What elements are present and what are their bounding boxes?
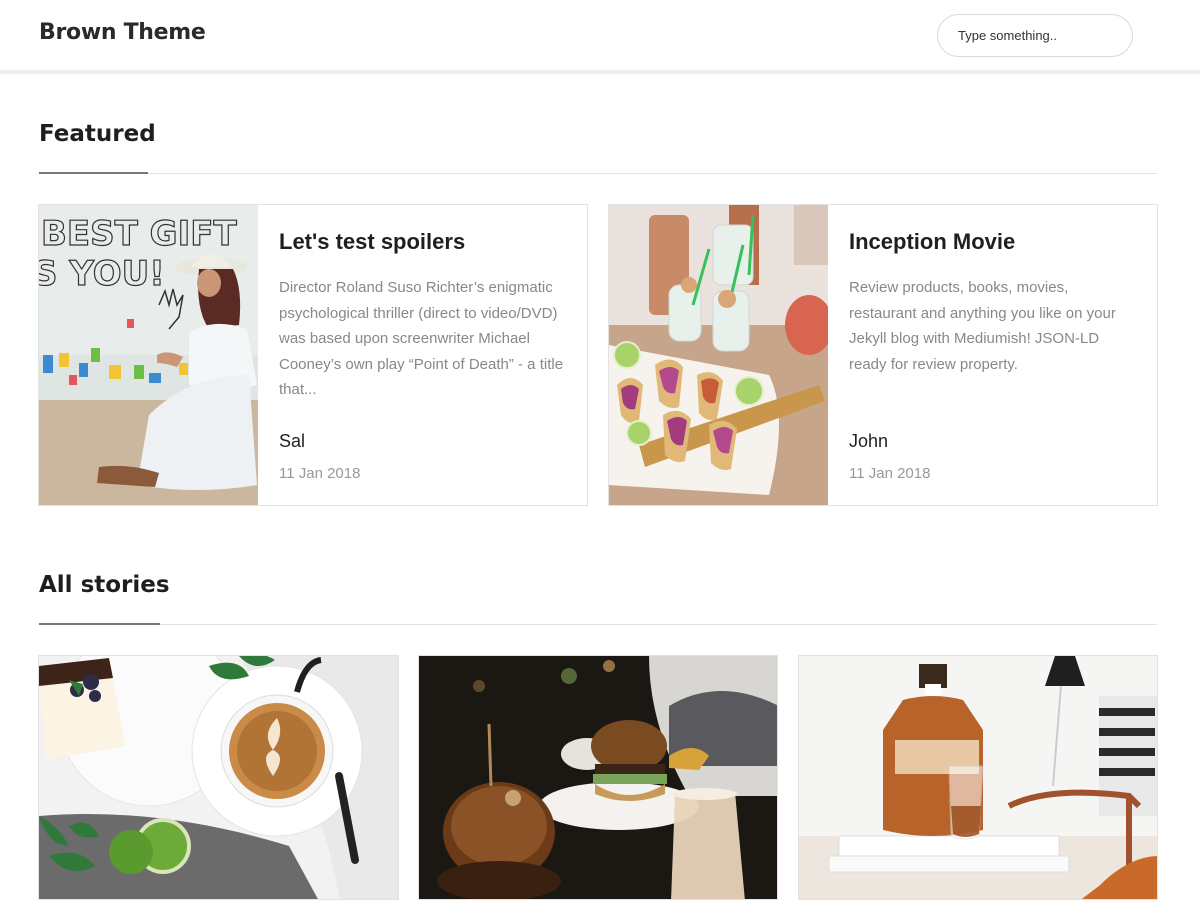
featured-post-title[interactable]: Inception Movie bbox=[849, 229, 1015, 255]
coffee-cake-photo[interactable] bbox=[39, 656, 399, 900]
burger-photo[interactable] bbox=[419, 656, 778, 900]
featured-card[interactable]: Inception Movie Review products, books, … bbox=[608, 204, 1158, 506]
svg-text:S YOU!: S YOU! bbox=[39, 254, 165, 294]
featured-post-image[interactable] bbox=[609, 205, 828, 505]
featured-post-date: 11 Jan 2018 bbox=[849, 465, 931, 482]
featured-post-author[interactable]: John bbox=[849, 431, 888, 452]
all-stories-divider-accent bbox=[39, 623, 160, 625]
tacos-photo bbox=[609, 205, 828, 505]
svg-text:BEST GIFT: BEST GIFT bbox=[41, 214, 237, 254]
story-card[interactable] bbox=[418, 655, 778, 900]
story-card[interactable] bbox=[798, 655, 1158, 900]
featured-post-title[interactable]: Let's test spoilers bbox=[279, 229, 465, 255]
whiskey-bottle-photo[interactable] bbox=[799, 656, 1158, 900]
story-card[interactable] bbox=[38, 655, 399, 900]
featured-card[interactable]: BEST GIFT S YOU! Let's test spoilers Dir… bbox=[38, 204, 588, 506]
all-stories-divider bbox=[39, 624, 1157, 625]
search-input[interactable] bbox=[937, 14, 1133, 57]
featured-post-excerpt: Director Roland Suso Richter’s enigmatic… bbox=[279, 279, 564, 398]
site-brand[interactable]: Brown Theme bbox=[39, 20, 206, 45]
featured-post-excerpt: Review products, books, movies, restaura… bbox=[849, 279, 1116, 373]
featured-divider-accent bbox=[39, 172, 148, 174]
all-stories-heading: All stories bbox=[39, 572, 170, 598]
featured-post-date: 11 Jan 2018 bbox=[279, 465, 361, 482]
graffiti-photo: BEST GIFT S YOU! bbox=[39, 205, 258, 505]
featured-post-author[interactable]: Sal bbox=[279, 431, 305, 452]
featured-divider bbox=[39, 173, 1157, 174]
featured-heading: Featured bbox=[39, 121, 156, 147]
top-navbar: Brown Theme bbox=[0, 0, 1200, 74]
featured-post-image[interactable]: BEST GIFT S YOU! bbox=[39, 205, 258, 505]
